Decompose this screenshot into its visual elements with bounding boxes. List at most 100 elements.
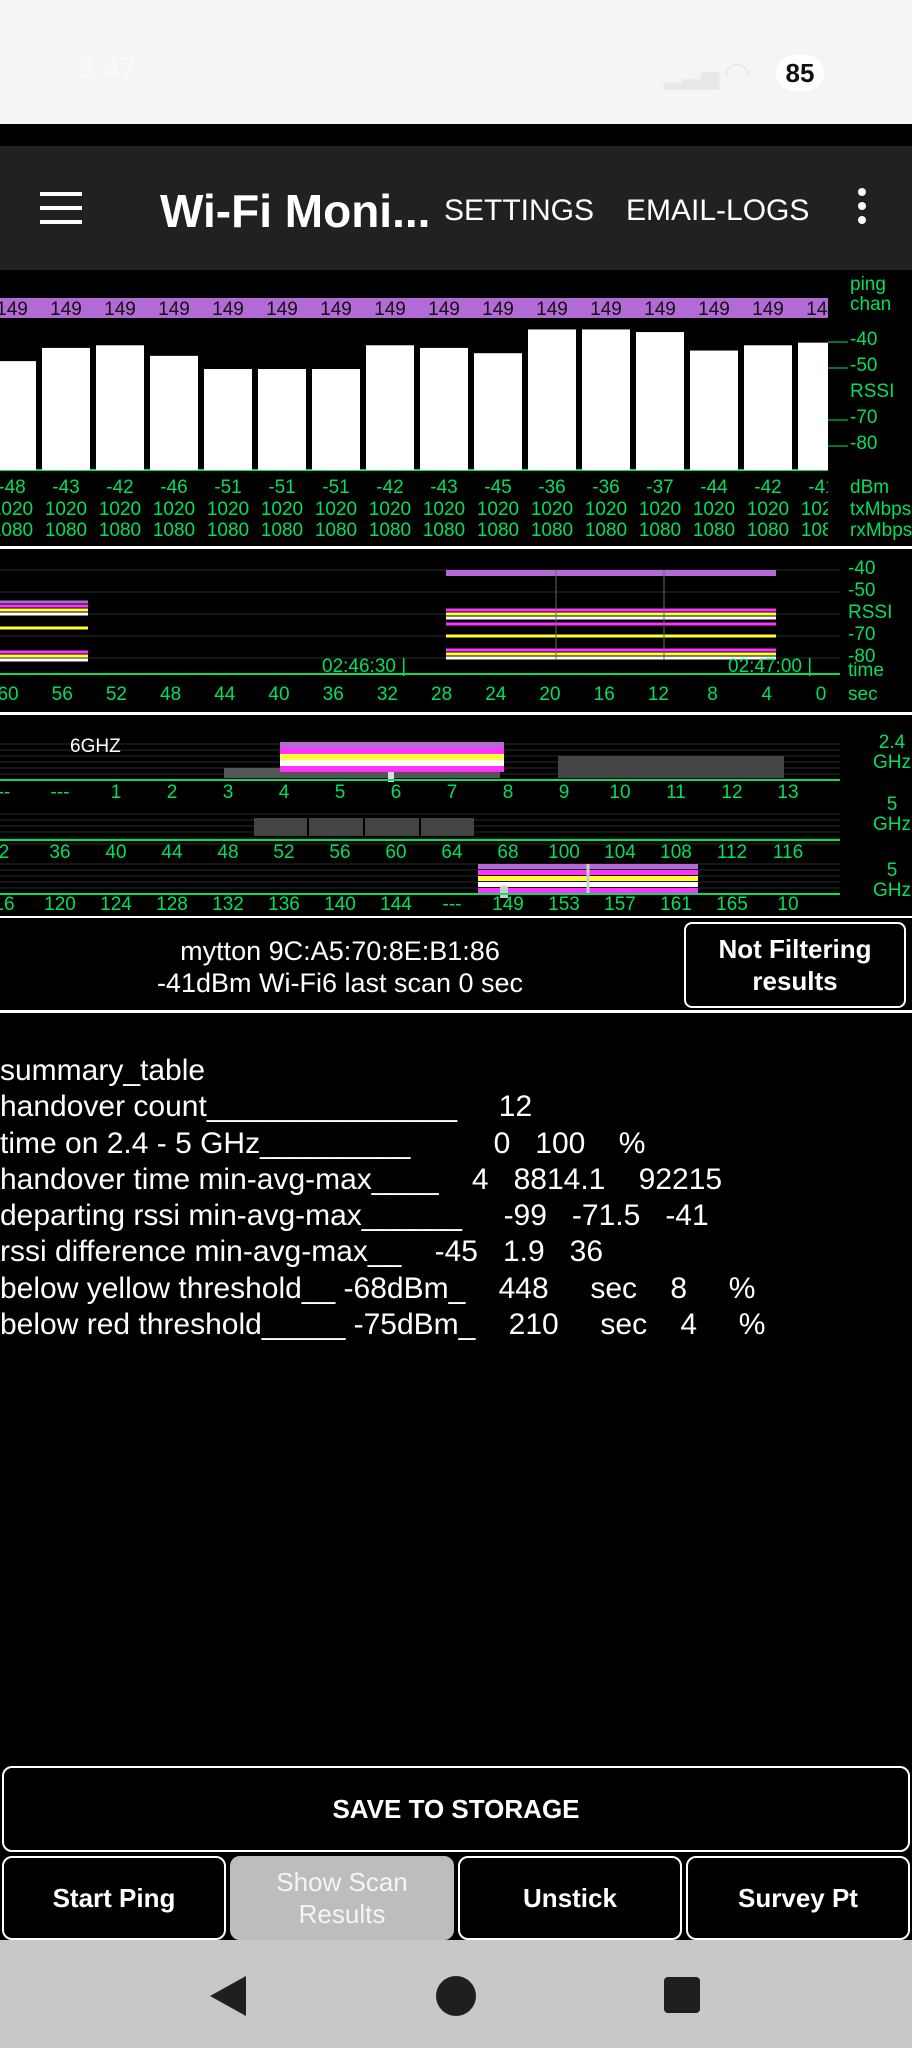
axis-label: chan [850, 294, 891, 315]
summary-row: departing rssi min-avg-max______ -99 -71… [0, 1199, 709, 1233]
rssi-history-chart: 02:46:30 | 02:47:00 | 60 56 52 48 44 40 36 32 28 24… [0, 552, 912, 712]
row3-tick: 124 [100, 894, 132, 915]
filter-results-button[interactable]: Not Filtering results [684, 922, 906, 1008]
channel-highlight [280, 742, 504, 748]
channel-highlight [280, 748, 504, 754]
rssi-label: -42 [106, 477, 133, 498]
chan-label: 149 [50, 299, 82, 320]
row2-tick: 36 [49, 842, 70, 863]
channel-highlight [280, 766, 504, 772]
x-tick: 36 [323, 684, 344, 705]
tx-label: 1020 [693, 499, 735, 520]
axis-label: 5 [887, 794, 898, 815]
rssi-bar [528, 329, 576, 470]
axis-label: dBm [850, 477, 889, 498]
row1-tick: 3 [223, 782, 234, 803]
wifi-icon: ◠ [724, 57, 751, 90]
row1-tick: 9 [559, 782, 570, 803]
rx-label: 1080 [261, 520, 303, 541]
row1-tick: 1 [111, 782, 122, 803]
overflow-menu-icon[interactable] [858, 188, 866, 230]
recents-icon[interactable] [664, 1977, 700, 2013]
row2-tick: 104 [604, 842, 636, 863]
row1-tick: 6 [391, 782, 402, 803]
rssi-bar [42, 347, 90, 470]
show-scan-results-button[interactable]: Show Scan Results [230, 1856, 454, 1940]
rssi-bar [744, 345, 792, 470]
x-tick: 0 [816, 684, 827, 705]
rx-label: 1080 [0, 520, 33, 541]
tx-label: 1020 [747, 499, 789, 520]
rssi-bar [0, 361, 36, 470]
start-ping-button[interactable]: Start Ping [2, 1856, 226, 1940]
channel-highlight [280, 760, 504, 766]
row1-tick: 11 [666, 782, 686, 803]
app-title: Wi-Fi Moni... [160, 185, 431, 237]
unstick-button[interactable]: Unstick [458, 1856, 682, 1940]
app-bar: Wi-Fi Moni... SETTINGS EMAIL-LOGS [0, 146, 912, 270]
rx-label: 1080 [153, 520, 195, 541]
chan-label: 149 [752, 299, 784, 320]
settings-button[interactable]: SETTINGS [444, 194, 594, 228]
axis-label: -40 [850, 329, 877, 350]
tx-label: 1020 [207, 499, 249, 520]
axis-label: RSSI [848, 602, 892, 623]
rssi-label: -51 [214, 477, 241, 498]
x-tick: 48 [160, 684, 181, 705]
x-tick: 24 [485, 684, 507, 705]
rx-label: 1080 [99, 520, 141, 541]
time-mark: 02:46:30 | [322, 656, 406, 677]
signal-icon: ▂▃▅ [664, 63, 720, 90]
status-bar: 2:47 ▂▃▅ ◠ 85 [0, 0, 912, 124]
row2-tick: 64 [441, 842, 463, 863]
row1-tick: 10 [609, 782, 630, 803]
hamburger-menu-icon[interactable] [40, 192, 82, 224]
survey-pt-button[interactable]: Survey Pt [686, 1856, 910, 1940]
axis-label: GHz [873, 880, 911, 901]
axis-label: -80 [850, 433, 877, 454]
axis-label: 5 [887, 860, 898, 881]
summary-row: handover count_______________ 12 [0, 1090, 533, 1124]
rssi-bar [474, 353, 522, 470]
x-tick: 12 [648, 684, 669, 705]
home-icon[interactable] [436, 1976, 476, 2016]
row2-tick: 112 [717, 842, 747, 863]
rx-label: 1080 [477, 520, 519, 541]
rssi-label: -42 [376, 477, 403, 498]
row2-tick: 60 [385, 842, 406, 863]
row2-tick: 100 [548, 842, 580, 863]
channel-spectrum-chart: 6GHZ-----1234567891011121323640444852566… [0, 718, 912, 916]
rssi-bar-chart: 149-4810201080149-4310201080149-42102010… [0, 270, 912, 542]
email-logs-button[interactable]: EMAIL-LOGS [626, 194, 809, 228]
row2-tick: 116 [773, 842, 803, 863]
row1-tick: -- [0, 782, 10, 803]
axis-label: -50 [848, 580, 875, 601]
row1-tick: 12 [721, 782, 742, 803]
summary-row: handover time min-avg-max____ 4 8814.1 9… [0, 1162, 723, 1196]
row1-tick: 7 [447, 782, 458, 803]
summary-table: summary_table handover count_____________… [0, 1054, 765, 1344]
axis-label: RSSI [850, 381, 894, 402]
ssid-bssid: mytton 9C:A5:70:8E:B1:86 [180, 936, 500, 966]
row3-tick: 165 [716, 894, 748, 915]
x-tick: 60 [0, 684, 19, 705]
rx-label: 1080 [423, 520, 465, 541]
chan-label: 149 [698, 299, 730, 320]
back-icon[interactable] [210, 1976, 246, 2016]
save-to-storage-button[interactable]: SAVE TO STORAGE [2, 1766, 910, 1852]
history-line [446, 570, 776, 576]
chan-label: 149 [0, 299, 28, 320]
rssi-label: -36 [538, 477, 565, 498]
summary-row: below yellow threshold__ -68dBm_ 448 sec… [0, 1271, 756, 1305]
chan-label: 149 [158, 299, 190, 320]
rx-label: 1080 [45, 520, 87, 541]
rssi-bar [636, 332, 684, 470]
row1-tick: 8 [503, 782, 514, 803]
chan-label: 149 [320, 299, 352, 320]
tx-label: 1020 [99, 499, 141, 520]
row2-tick: 52 [273, 842, 294, 863]
row3-tick: 153 [548, 894, 580, 915]
chan-label: 149 [266, 299, 298, 320]
rx-label: 1080 [315, 520, 357, 541]
rssi-label: -43 [430, 477, 457, 498]
